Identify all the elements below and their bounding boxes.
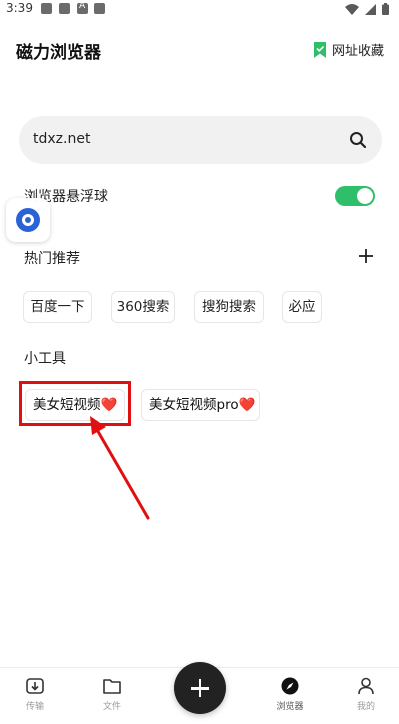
bookmark-button[interactable]: 网址收藏 <box>313 40 384 59</box>
hot-chip-baidu[interactable]: 百度一下 <box>23 291 92 323</box>
tools-label: 小工具 <box>24 351 66 367</box>
search-icon[interactable] <box>349 131 367 149</box>
notification-a-app-icon <box>77 1 88 14</box>
new-tab-fab-button[interactable] <box>174 662 226 714</box>
floating-ball-icon <box>16 208 40 232</box>
search-input[interactable]: tdxz.net <box>19 116 382 164</box>
nav-files[interactable]: 文件 <box>92 676 132 712</box>
status-bar: 3:39 <box>0 0 399 18</box>
nav-browser[interactable]: 浏览器 <box>270 676 310 712</box>
hot-chip-360[interactable]: 360搜索 <box>111 291 175 323</box>
notification-app-icon <box>59 3 70 14</box>
app-title: 磁力浏览器 <box>16 43 101 63</box>
folder-icon <box>103 679 121 694</box>
status-indicators <box>345 3 389 15</box>
notification-app-icon <box>41 3 52 14</box>
floating-ball[interactable] <box>6 198 50 242</box>
heart-icon: ❤️ <box>238 397 256 413</box>
hot-recommend-label: 热门推荐 <box>24 251 80 267</box>
search-value: tdxz.net <box>33 131 91 147</box>
nav-label: 文件 <box>102 702 121 712</box>
compass-icon <box>281 677 299 695</box>
add-shortcut-plus-icon[interactable] <box>358 248 374 264</box>
hot-chip-bing[interactable]: 必应 <box>282 291 322 323</box>
nav-label: 浏览器 <box>276 702 304 712</box>
nav-transfer[interactable]: 传输 <box>15 676 55 712</box>
hot-chip-sogou[interactable]: 搜狗搜索 <box>194 291 264 323</box>
transfer-icon <box>26 678 44 694</box>
wifi-icon <box>345 3 359 15</box>
status-time: 3:39 <box>6 1 33 15</box>
bookmark-icon <box>313 41 326 58</box>
nav-label: 传输 <box>25 702 44 712</box>
floating-ball-toggle[interactable] <box>335 186 375 206</box>
toggle-knob <box>357 188 373 204</box>
battery-icon <box>382 3 389 15</box>
user-icon <box>358 677 374 695</box>
tool-chip-label: 美女短视频pro <box>149 397 239 413</box>
nav-mine[interactable]: 我的 <box>346 676 386 712</box>
signal-icon <box>365 3 376 15</box>
bookmark-label: 网址收藏 <box>331 44 384 59</box>
plus-icon <box>198 679 202 697</box>
notification-app-icon <box>94 3 105 14</box>
nav-label: 我的 <box>356 702 375 712</box>
annotation-arrow-icon <box>90 416 150 520</box>
